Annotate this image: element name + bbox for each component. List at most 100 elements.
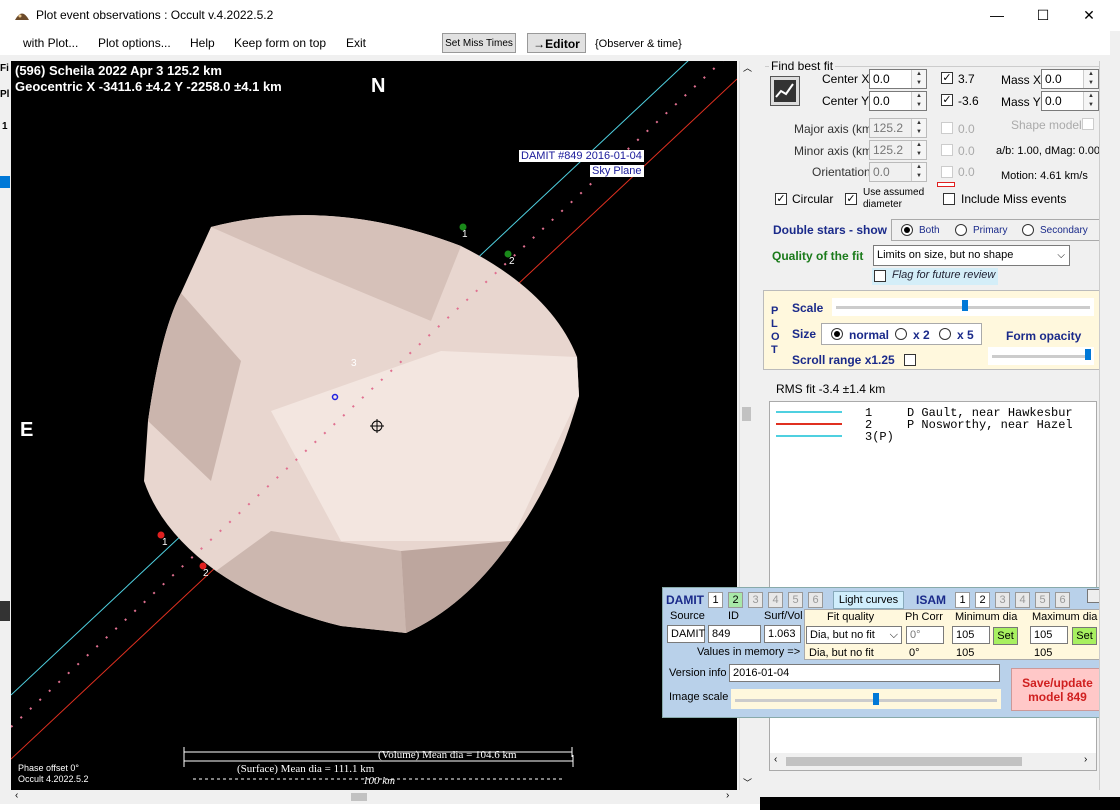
set-min-dia-button[interactable]: Set: [993, 627, 1018, 645]
save-update-model-button[interactable]: Save/update model 849: [1011, 668, 1104, 711]
scroll-left-icon[interactable]: ‹: [774, 754, 777, 765]
spinner-arrows-icon: ▲ ▼: [1083, 92, 1098, 110]
source-field[interactable]: DAMIT: [667, 625, 705, 643]
major-axis-checkbox[interactable]: [941, 122, 953, 134]
mass-x-input[interactable]: 0.0 ▲ ▼: [1041, 69, 1099, 89]
id-field[interactable]: 849: [708, 625, 761, 643]
shape-model-checkbox[interactable]: [1082, 118, 1094, 130]
isam-model-2-button[interactable]: 2: [975, 592, 990, 608]
isam-model-1-button[interactable]: 1: [955, 592, 970, 608]
minor-axis-checkbox[interactable]: [941, 144, 953, 156]
scroll-thumb[interactable]: [351, 793, 367, 801]
center-x-fit-value: 3.7: [958, 72, 975, 86]
scroll-right-icon[interactable]: ›: [726, 790, 729, 801]
primary-label: Primary: [973, 225, 1008, 236]
title-bar: Plot event observations : Occult v.4.202…: [0, 0, 1120, 32]
max-dia-field[interactable]: 105: [1030, 626, 1068, 644]
size-normal-radio[interactable]: [831, 328, 843, 340]
version-info-field[interactable]: 2016-01-04: [729, 664, 1000, 682]
scroll-range-checkbox[interactable]: [904, 354, 916, 366]
minor-axis-input[interactable]: 125.2 ▲ ▼: [869, 140, 927, 160]
secondary-radio[interactable]: [1022, 224, 1034, 236]
orientation-checkbox[interactable]: [941, 166, 953, 178]
menu-exit[interactable]: Exit: [346, 36, 366, 50]
spinner-arrows-icon: ▲ ▼: [911, 163, 926, 181]
observer-color-line: [776, 411, 842, 413]
quality-select[interactable]: Limits on size, but no shape ⌵: [873, 245, 1070, 266]
damit-model-5-button[interactable]: 5: [788, 592, 803, 608]
scroll-thumb[interactable]: [742, 407, 751, 421]
min-dia-field[interactable]: 105: [952, 626, 990, 644]
center-x-input[interactable]: 0.0 ▲ ▼: [869, 69, 927, 89]
menu-with-plot[interactable]: with Plot...: [23, 36, 78, 50]
editor-button[interactable]: →Editor: [527, 33, 586, 53]
bg-dark: [0, 601, 10, 621]
minimize-button[interactable]: —: [974, 0, 1020, 31]
menu-help[interactable]: Help: [190, 36, 215, 50]
fit-quality-select[interactable]: Dia, but no fit ⌵: [806, 626, 902, 644]
diameter-label: diameter: [863, 199, 902, 210]
major-axis-input[interactable]: 125.2 ▲ ▼: [869, 118, 927, 138]
chevron-down-icon: ⌵: [889, 629, 898, 641]
quality-label: Quality of the fit: [772, 249, 864, 263]
isam-model-6-button[interactable]: 6: [1055, 592, 1070, 608]
isam-model-3-button[interactable]: 3: [995, 592, 1010, 608]
scroll-up-icon[interactable]: ︿: [743, 61, 752, 74]
use-assumed-diameter-checkbox[interactable]: ✓: [845, 193, 857, 205]
size-x5-label: x 5: [957, 328, 974, 342]
plot-vertical-label: T: [771, 344, 778, 356]
size-x5-radio[interactable]: [939, 328, 951, 340]
bg-selection: [0, 176, 10, 188]
scroll-left-icon[interactable]: ‹: [15, 790, 18, 801]
mass-y-input[interactable]: 0.0 ▲ ▼: [1041, 91, 1099, 111]
set-max-dia-button[interactable]: Set: [1072, 627, 1097, 645]
center-y-label: Center Y: [822, 94, 870, 108]
plot-horizontal-scrollbar[interactable]: ‹ ›: [11, 790, 737, 804]
isam-model-4-button[interactable]: 4: [1015, 592, 1030, 608]
surfvol-field[interactable]: 1.063: [764, 625, 801, 643]
center-x-checkbox[interactable]: ✓: [941, 72, 953, 84]
set-miss-times-button[interactable]: Set Miss Times: [442, 33, 516, 53]
primary-radio[interactable]: [955, 224, 967, 236]
memory-fit-quality: Dia, but no fit: [809, 647, 874, 659]
menu-keep-on-top[interactable]: Keep form on top: [234, 36, 326, 50]
size-x2-radio[interactable]: [895, 328, 907, 340]
center-y-input[interactable]: 0.0 ▲ ▼: [869, 91, 927, 111]
image-scale-slider[interactable]: [731, 689, 1001, 709]
slider-thumb[interactable]: [962, 300, 968, 311]
center-y-checkbox[interactable]: ✓: [941, 94, 953, 106]
flag-review-label: Flag for future review: [892, 269, 996, 281]
form-opacity-slider[interactable]: [988, 347, 1094, 365]
plot-area[interactable]: (596) Scheila 2022 Apr 3 125.2 km Geocen…: [11, 61, 737, 790]
slider-thumb[interactable]: [1085, 349, 1091, 360]
damit-model-3-button[interactable]: 3: [748, 592, 763, 608]
spinner-arrows-icon: ▲ ▼: [911, 70, 926, 88]
damit-model-6-button[interactable]: 6: [808, 592, 823, 608]
isam-model-5-button[interactable]: 5: [1035, 592, 1050, 608]
circular-checkbox[interactable]: ✓: [775, 193, 787, 205]
scale-slider[interactable]: [832, 298, 1094, 316]
menu-plot-options[interactable]: Plot options...: [98, 36, 171, 50]
maximize-button[interactable]: ☐: [1020, 0, 1066, 31]
observer-list-hscroll[interactable]: ‹ ›: [770, 753, 1096, 770]
light-curves-button[interactable]: Light curves: [833, 591, 904, 609]
include-miss-checkbox[interactable]: [943, 193, 955, 205]
both-radio[interactable]: [901, 224, 913, 236]
size-x2-label: x 2: [913, 328, 930, 342]
find-best-fit-button[interactable]: [770, 76, 800, 106]
slider-thumb[interactable]: [873, 693, 879, 705]
form-opacity-label: Form opacity: [1006, 329, 1082, 343]
min-dia-header: Minimum dia: [955, 611, 1018, 623]
ph-corr-field[interactable]: 0°: [906, 626, 944, 644]
plot-vertical-label: L: [771, 318, 778, 330]
scroll-thumb[interactable]: [786, 757, 1022, 766]
flag-review-checkbox[interactable]: [874, 270, 886, 282]
spinner-arrows-icon: ▲ ▼: [1083, 70, 1098, 88]
damit-model-1-button[interactable]: 1: [708, 592, 723, 608]
damit-model-4-button[interactable]: 4: [768, 592, 783, 608]
close-button[interactable]: ✕: [1066, 0, 1112, 31]
scroll-down-icon[interactable]: ﹀: [743, 776, 752, 789]
scroll-right-icon[interactable]: ›: [1084, 754, 1087, 765]
orientation-input[interactable]: 0.0 ▲ ▼: [869, 162, 927, 182]
damit-model-2-button[interactable]: 2: [728, 592, 743, 608]
